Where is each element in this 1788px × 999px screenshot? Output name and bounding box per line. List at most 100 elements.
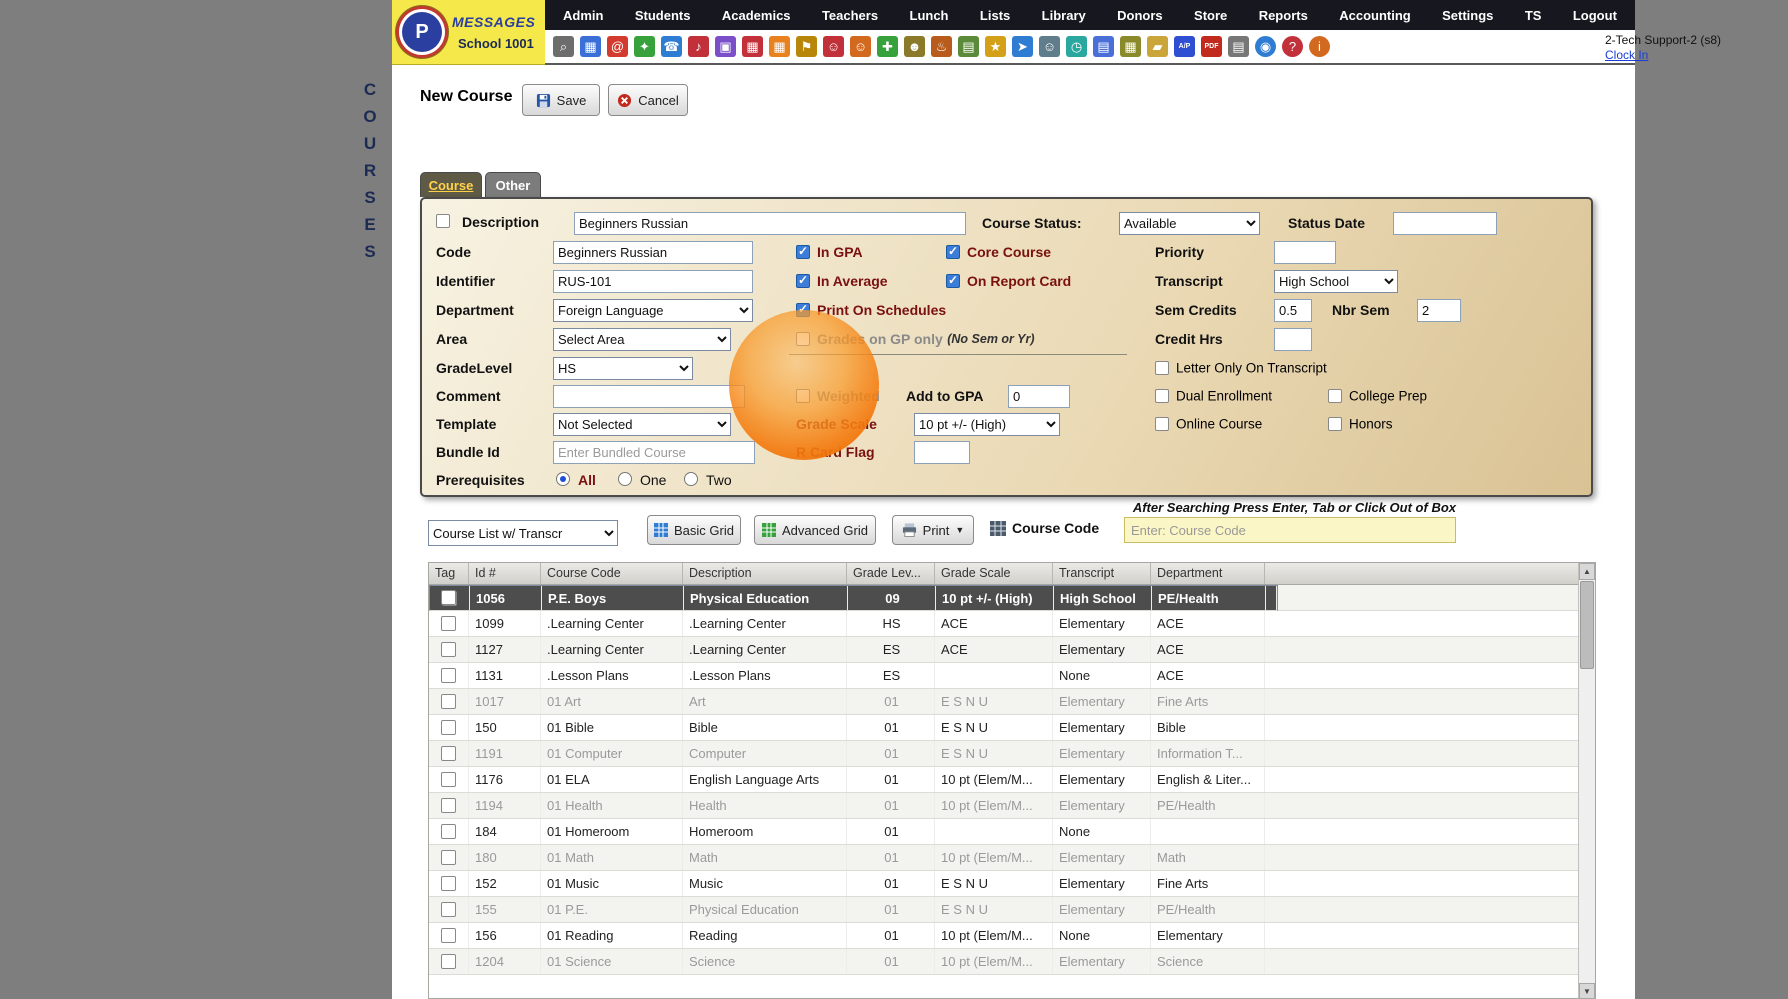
template-select[interactable]: Not Selected [553,413,731,436]
table-row[interactable]: 1204 01 Science Science 01 10 pt (Elem/M... E… [429,949,1595,975]
table-row[interactable]: 150 01 Bible Bible 01 E S N U Elementary Bible [429,715,1595,741]
prereq-two-radio[interactable] [684,472,698,486]
nav-item-admin[interactable]: Admin [559,8,607,23]
status-date-input[interactable] [1393,212,1497,235]
person-gray-icon[interactable]: ☺ [1039,36,1060,57]
dual-enrollment-checkbox[interactable] [1155,388,1169,403]
on-report-card-checkbox[interactable] [946,273,960,288]
basic-grid-button[interactable]: Basic Grid [647,515,741,545]
printer-icon[interactable]: ▤ [1228,36,1249,57]
view-select[interactable]: Course List w/ Transcr [428,520,618,546]
nav-item-ts[interactable]: TS [1521,8,1546,23]
row-tag-checkbox[interactable] [441,824,456,839]
calendar-grid-icon[interactable]: ▦ [580,36,601,57]
table-row[interactable]: 1191 01 Computer Computer 01 E S N U Elementa… [429,741,1595,767]
identifier-input[interactable] [553,270,753,293]
column-header-2[interactable]: Course Code [541,563,683,584]
row-tag-checkbox[interactable] [441,746,456,761]
add-to-gpa-input[interactable] [1008,385,1070,408]
comment-input[interactable] [553,385,745,408]
globe-icon[interactable]: ◉ [1255,36,1276,57]
department-select[interactable]: Foreign Language [553,299,753,322]
scroll-up-arrow[interactable]: ▲ [1579,563,1595,580]
row-tag-checkbox[interactable] [441,668,456,683]
table-row[interactable]: 180 01 Math Math 01 10 pt (Elem/M... Elementa… [429,845,1595,871]
bundle-id-input[interactable] [553,441,755,464]
table-row[interactable]: 152 01 Music Music 01 E S N U Elementary Fine … [429,871,1595,897]
nav-item-library[interactable]: Library [1038,8,1090,23]
nav-item-lists[interactable]: Lists [976,8,1014,23]
keycard-icon[interactable]: ▦ [1120,36,1141,57]
clock-in-link[interactable]: Clock In [1605,48,1745,62]
priority-input[interactable] [1274,241,1336,264]
send-icon[interactable]: ➤ [1012,36,1033,57]
column-header-3[interactable]: Description [683,563,847,584]
media-icon[interactable]: ▣ [715,36,736,57]
table-row[interactable]: 1127 .Learning Center .Learning Center ES AC… [429,637,1595,663]
course-code-search-input[interactable] [1124,517,1456,543]
table-row[interactable]: 1017 01 Art Art 01 E S N U Elementary Fine Art… [429,689,1595,715]
person-add-icon[interactable]: ☺ [850,36,871,57]
table-row[interactable]: 1194 01 Health Health 01 10 pt (Elem/M... Ele… [429,793,1595,819]
column-header-0[interactable]: Tag [429,563,469,584]
lunch-icon[interactable]: ♨ [931,36,952,57]
nav-item-settings[interactable]: Settings [1438,8,1497,23]
nav-item-store[interactable]: Store [1190,8,1231,23]
column-header-4[interactable]: Grade Lev... [847,563,935,584]
print-button[interactable]: Print ▼ [892,515,974,545]
college-prep-checkbox[interactable] [1328,388,1342,403]
chat-icon[interactable]: ✦ [634,36,655,57]
row-tag-checkbox[interactable] [441,720,456,735]
description-tag-checkbox[interactable] [436,214,450,228]
column-header-6[interactable]: Transcript [1053,563,1151,584]
table-row[interactable]: 1056 P.E. Boys Physical Education 09 10 pt +… [429,585,1278,611]
prereq-one-radio[interactable] [618,472,632,486]
prereq-all-radio[interactable] [556,472,570,486]
nav-item-logout[interactable]: Logout [1569,8,1621,23]
table-row[interactable]: 184 01 Homeroom Homeroom 01 None [429,819,1595,845]
description-input[interactable] [574,212,966,235]
row-tag-checkbox[interactable] [441,616,456,631]
grade-level-select[interactable]: HS [553,357,693,380]
course-status-select[interactable]: Available [1119,212,1260,235]
row-tag-checkbox[interactable] [441,928,456,943]
course-code-button[interactable]: Course Code [990,520,1099,536]
nav-item-academics[interactable]: Academics [718,8,795,23]
online-course-checkbox[interactable] [1155,416,1169,431]
tab-other[interactable]: Other [485,172,541,197]
column-header-1[interactable]: Id # [469,563,541,584]
nav-item-teachers[interactable]: Teachers [818,8,882,23]
calendar-red-icon[interactable]: ▦ [742,36,763,57]
grades-gp-only-checkbox[interactable] [796,331,810,346]
pdf-icon[interactable]: PDF [1201,36,1222,57]
row-tag-checkbox[interactable] [441,876,456,891]
row-tag-checkbox[interactable] [441,642,456,657]
scroll-down-arrow[interactable]: ▼ [1579,983,1595,998]
email-icon[interactable]: @ [607,36,628,57]
person-red-icon[interactable]: ☺ [823,36,844,57]
grade-scale-select[interactable]: 10 pt +/- (High) [914,413,1060,436]
row-tag-checkbox[interactable] [441,590,456,605]
ap-badge-icon[interactable]: A/P [1174,36,1195,57]
sound-icon[interactable]: ♪ [688,36,709,57]
award-icon[interactable]: ★ [985,36,1006,57]
help-icon[interactable]: ? [1282,36,1303,57]
print-on-schedules-checkbox[interactable] [796,302,810,317]
row-tag-checkbox[interactable] [441,694,456,709]
nav-item-accounting[interactable]: Accounting [1335,8,1415,23]
notes-icon[interactable]: ▤ [958,36,979,57]
nav-item-students[interactable]: Students [631,8,695,23]
scroll-thumb[interactable] [1580,581,1594,669]
nav-item-donors[interactable]: Donors [1113,8,1167,23]
search-icon[interactable]: ⌕ [553,36,574,57]
table-row[interactable]: 156 01 Reading Reading 01 10 pt (Elem/M... No… [429,923,1595,949]
letter-only-checkbox[interactable] [1155,360,1169,375]
transcript-select[interactable]: High School [1274,270,1398,293]
nav-item-lunch[interactable]: Lunch [906,8,953,23]
mobile-icon[interactable]: ☎ [661,36,682,57]
advanced-grid-button[interactable]: Advanced Grid [754,515,876,545]
area-select[interactable]: Select Area [553,328,731,351]
nav-item-reports[interactable]: Reports [1255,8,1312,23]
r-card-flag-input[interactable] [914,441,970,464]
table-row[interactable]: 155 01 P.E. Physical Education 01 E S N U Ele… [429,897,1595,923]
